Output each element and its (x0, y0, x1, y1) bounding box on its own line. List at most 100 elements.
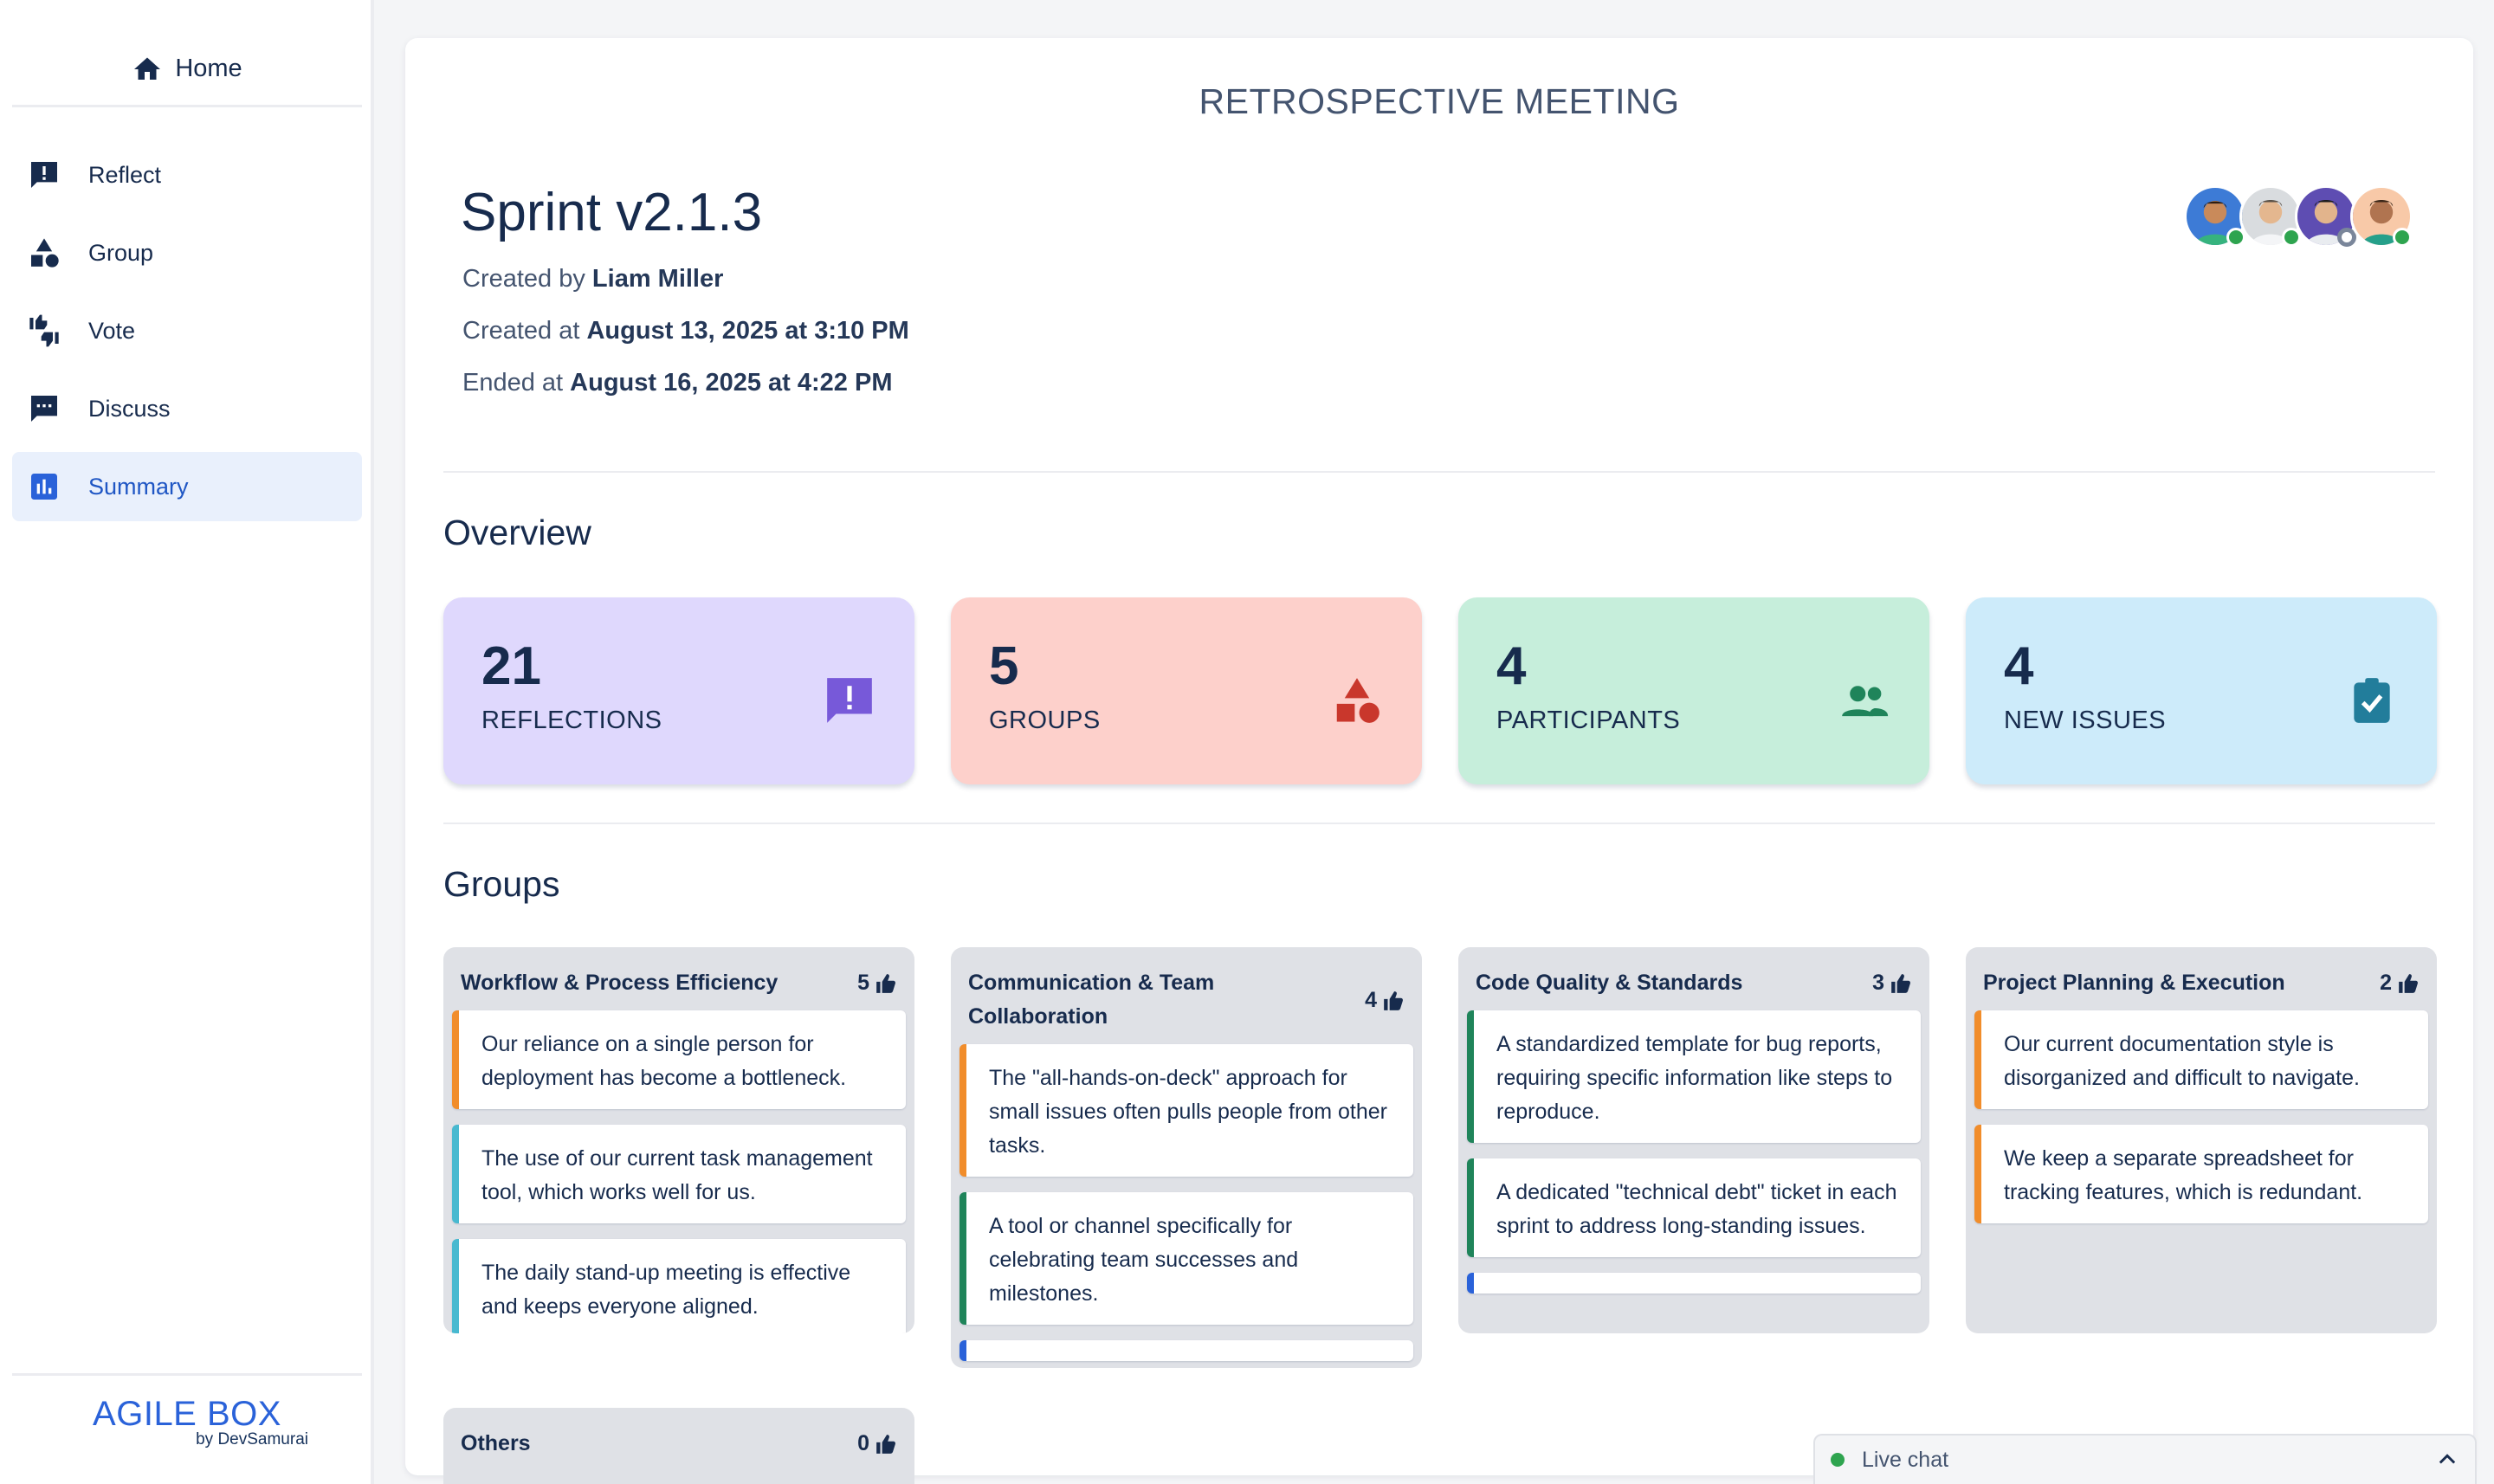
page-title: RETROSPECTIVE MEETING (1199, 81, 1680, 121)
avatar[interactable] (2239, 185, 2302, 248)
shapes-icon (26, 235, 62, 271)
reflection-card[interactable]: We keep a separate spreadsheet for track… (1974, 1125, 2428, 1223)
stat-value: 4 (1496, 636, 1527, 696)
reflection-card[interactable]: Our reliance on a single person for depl… (452, 1010, 906, 1109)
group-header: Communication & Team Collaboration 4 (959, 966, 1413, 1044)
avatar[interactable] (2350, 185, 2413, 248)
stat-value: 21 (481, 636, 541, 696)
home-label: Home (175, 55, 242, 82)
group-column[interactable]: Code Quality & Standards 3 A standardize… (1458, 947, 1929, 1333)
stat-label: NEW ISSUES (2004, 707, 2167, 734)
reflection-card[interactable]: A standardized template for bug reports,… (1467, 1010, 1921, 1143)
online-status-dot (1831, 1453, 1845, 1467)
home-link[interactable]: Home (12, 33, 362, 107)
reflect-icon (26, 157, 62, 193)
ended-at: Ended at August 16, 2025 at 4:22 PM (462, 369, 893, 397)
avatar[interactable] (2184, 185, 2246, 248)
created-at-value: August 13, 2025 at 3:10 PM (586, 317, 909, 345)
sidebar-item-label: Group (88, 239, 154, 266)
sidebar-item-reflect[interactable]: Reflect (12, 140, 362, 210)
stat-label: REFLECTIONS (481, 707, 662, 734)
group-header: Project Planning & Execution 2 (1974, 966, 2428, 1010)
online-status-dot (2393, 228, 2412, 247)
ended-at-label: Ended at (462, 369, 564, 397)
vote-count: 3 (1872, 971, 1884, 995)
reflection-card[interactable]: The daily stand-up meeting is effective … (452, 1239, 906, 1333)
group-votes: 3 (1872, 966, 1912, 1000)
reflection-card[interactable]: The use of our current task management t… (452, 1125, 906, 1223)
group-column[interactable]: Communication & Team Collaboration 4 The… (951, 947, 1422, 1368)
sidebar-item-group[interactable]: Group (12, 218, 362, 287)
reflection-card[interactable]: Our current documentation style is disor… (1974, 1010, 2428, 1109)
summary-panel: RETROSPECTIVE MEETING Sprint v2.1.3 Crea… (405, 38, 2473, 1484)
chevron-up-icon[interactable] (2435, 1448, 2459, 1472)
divider (443, 823, 2435, 824)
thumbs-up-icon (1384, 990, 1403, 1010)
people-icon (1842, 686, 1889, 717)
reflection-card-partial[interactable] (959, 1340, 1413, 1361)
live-chat-label: Live chat (1862, 1447, 1949, 1472)
group-name: Code Quality & Standards (1476, 971, 1743, 995)
participant-avatars (2184, 185, 2413, 248)
group-votes: 4 (1365, 984, 1405, 1017)
sidebar-item-label: Reflect (88, 161, 162, 188)
chat-icon (26, 390, 62, 427)
vote-count: 4 (1365, 988, 1377, 1012)
home-icon (134, 57, 161, 80)
stat-label: GROUPS (989, 707, 1101, 734)
vote-count: 2 (2380, 971, 2392, 995)
thumbs-icon (26, 313, 62, 349)
sidebar-nav: Reflect Group Vote Discuss Summary (12, 140, 362, 530)
thumbs-up-icon (2399, 973, 2418, 993)
group-header: Code Quality & Standards 3 (1467, 966, 1921, 1010)
stat-value: 4 (2004, 636, 2034, 696)
group-column[interactable]: Others 0 (443, 1408, 914, 1484)
created-at: Created at August 13, 2025 at 3:10 PM (462, 317, 909, 345)
clipboard-check-icon (2354, 678, 2390, 723)
stat-reflections: 21 REFLECTIONS (443, 597, 914, 784)
group-name: Communication & Team Collaboration (968, 971, 1215, 1029)
divider (443, 471, 2435, 473)
sidebar-item-label: Vote (88, 317, 136, 344)
stat-participants: 4 PARTICIPANTS (1458, 597, 1929, 784)
sidebar: Home Reflect Group Vote Discuss Summary … (0, 0, 374, 1484)
group-header: Others 0 (452, 1427, 906, 1471)
stat-new-issues: 4 NEW ISSUES (1966, 597, 2437, 784)
live-chat-bar[interactable]: Live chat (1813, 1434, 2477, 1484)
sidebar-item-discuss[interactable]: Discuss (12, 374, 362, 443)
stat-value: 5 (989, 636, 1019, 696)
sidebar-item-label: Summary (88, 473, 189, 500)
created-at-label: Created at (462, 317, 580, 345)
group-name: Workflow & Process Efficiency (461, 971, 779, 995)
overview-title: Overview (443, 513, 591, 552)
sidebar-item-summary[interactable]: Summary (12, 452, 362, 521)
vote-count: 5 (857, 971, 869, 995)
sidebar-item-vote[interactable]: Vote (12, 296, 362, 365)
brand-block: AGILE BOX by DevSamurai (12, 1373, 362, 1449)
thumbs-up-icon (876, 1434, 895, 1454)
sprint-title: Sprint v2.1.3 (461, 183, 763, 242)
created-by-label: Created by (462, 265, 585, 293)
vote-count: 0 (857, 1431, 869, 1455)
reflection-card[interactable]: The "all-hands-on-deck" approach for sma… (959, 1044, 1413, 1177)
shapes-icon (1336, 678, 1379, 723)
groups-title: Groups (443, 864, 560, 904)
group-name: Others (461, 1431, 531, 1455)
sidebar-item-label: Discuss (88, 395, 171, 422)
bar-chart-icon (26, 468, 62, 505)
ended-at-value: August 16, 2025 at 4:22 PM (570, 369, 893, 397)
created-by-value: Liam Miller (591, 265, 724, 293)
stat-label: PARTICIPANTS (1496, 707, 1681, 734)
group-votes: 2 (2380, 966, 2420, 1000)
group-header: Workflow & Process Efficiency 5 (452, 966, 906, 1010)
avatar[interactable] (2295, 185, 2357, 248)
group-column[interactable]: Project Planning & Execution 2 Our curre… (1966, 947, 2437, 1333)
reflection-card[interactable]: A tool or channel specifically for celeb… (959, 1192, 1413, 1325)
reflection-icon (827, 678, 872, 723)
group-column[interactable]: Workflow & Process Efficiency 5 Our reli… (443, 947, 914, 1333)
brand-logo: AGILE BOX (93, 1395, 281, 1433)
group-name: Project Planning & Execution (1983, 971, 2285, 995)
group-votes: 5 (857, 966, 897, 1000)
reflection-card[interactable]: A dedicated "technical debt" ticket in e… (1467, 1158, 1921, 1257)
reflection-card-partial[interactable] (1467, 1273, 1921, 1294)
